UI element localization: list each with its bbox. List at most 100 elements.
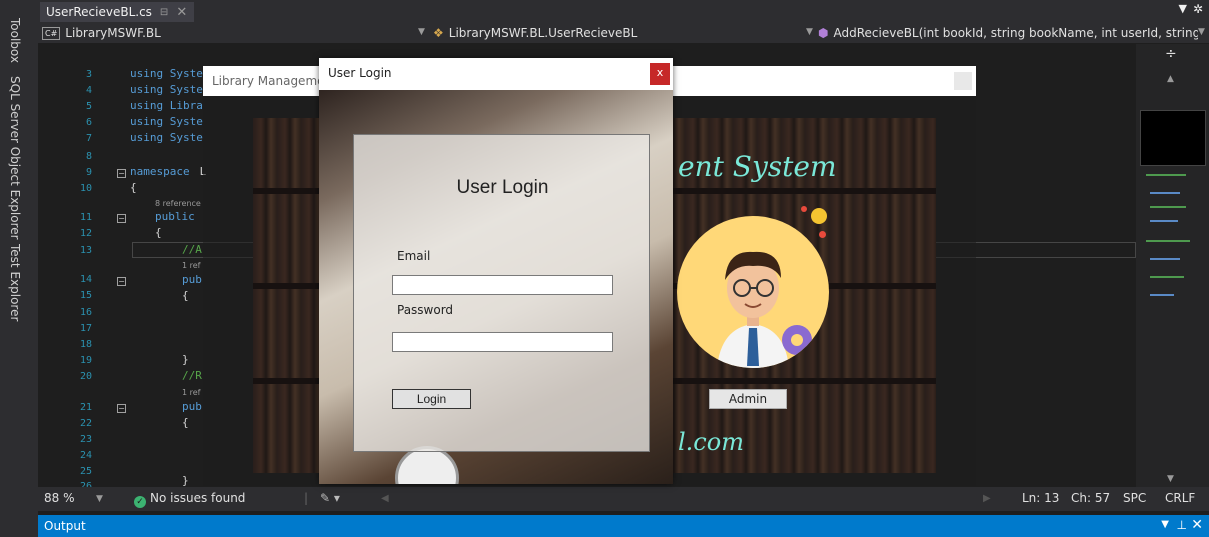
- scroll-left-icon[interactable]: ◀: [381, 493, 389, 504]
- password-field[interactable]: [392, 332, 613, 352]
- collapse-toggle[interactable]: −: [117, 404, 126, 413]
- window-title: Library Manageme: [212, 74, 325, 88]
- tab-dropdown-icon[interactable]: ▼: [1179, 2, 1187, 15]
- line-ending-indicator[interactable]: CRLF: [1165, 491, 1195, 505]
- decor-dot: [801, 206, 807, 212]
- close-icon[interactable]: ✕: [176, 5, 187, 20]
- code-line: using Libra: [130, 99, 203, 112]
- close-icon[interactable]: ✕: [1191, 517, 1203, 533]
- divider: |: [304, 491, 309, 505]
- chevron-down-icon[interactable]: ▼: [418, 27, 425, 37]
- map-line: [1150, 206, 1186, 208]
- file-tab-label: UserRecieveBL.cs: [46, 5, 152, 19]
- map-line: [1146, 240, 1190, 242]
- check-circle-icon: ✓: [134, 496, 146, 508]
- brush-icon[interactable]: ✎ ▾: [320, 491, 340, 505]
- admin-button[interactable]: Admin: [709, 389, 787, 409]
- collapse-toggle[interactable]: −: [117, 277, 126, 286]
- scroll-right-icon[interactable]: ▶: [983, 493, 991, 504]
- whitespace-indicator[interactable]: SPC: [1123, 491, 1146, 505]
- class-dropdown[interactable]: ❖ LibraryMSWF.BL.UserRecieveBL: [433, 23, 793, 43]
- line-number: 15: [79, 290, 92, 301]
- decor-dot: [819, 231, 826, 238]
- sql-server-object-explorer-tab[interactable]: SQL Server Object Explorer: [8, 76, 22, 240]
- line-number: 20: [79, 371, 92, 382]
- toolbox-tab[interactable]: Toolbox: [8, 18, 22, 63]
- line-number: 14: [79, 274, 92, 285]
- gear-icon[interactable]: ✲: [1193, 2, 1203, 16]
- char-indicator[interactable]: Ch: 57: [1071, 491, 1110, 505]
- member-dropdown[interactable]: ⬢ AddRecieveBL(int bookId, string bookNa…: [818, 23, 1198, 43]
- class-icon: ❖: [433, 26, 444, 40]
- dialog-title: User Login: [328, 66, 392, 80]
- editor-status-bar: 88 % ▼ ✓ No issues found | ✎ ▾ ◀ ▶ Ln: 13…: [38, 487, 1209, 511]
- login-form-panel: User Login Email Password Login: [353, 134, 650, 452]
- chevron-down-icon[interactable]: ▼: [1161, 519, 1169, 530]
- line-indicator[interactable]: Ln: 13: [1022, 491, 1059, 505]
- issues-indicator[interactable]: ✓ No issues found: [134, 491, 245, 508]
- split-icon[interactable]: ÷: [1165, 46, 1177, 62]
- brace: {: [182, 416, 189, 429]
- line-number: 8: [85, 151, 92, 162]
- reference-count[interactable]: 1 ref: [182, 388, 200, 397]
- line-number: 16: [79, 307, 92, 318]
- map-line: [1150, 192, 1180, 194]
- method-icon: ⬢: [818, 26, 829, 40]
- map-line: [1150, 294, 1174, 296]
- csharp-project-icon: C#: [42, 26, 61, 40]
- line-number: 10: [79, 183, 92, 194]
- close-button[interactable]: x: [650, 63, 670, 85]
- brace: {: [130, 181, 137, 194]
- output-panel-header[interactable]: Output ▼ ⊥ ✕: [38, 515, 1209, 537]
- login-button[interactable]: Login: [392, 389, 471, 409]
- brace: }: [182, 353, 189, 366]
- line-number: 24: [79, 450, 92, 461]
- issues-text: No issues found: [150, 491, 246, 505]
- line-number: 12: [79, 228, 92, 239]
- pin-icon[interactable]: ⊟: [160, 7, 168, 18]
- chevron-down-icon[interactable]: ▼: [96, 494, 103, 504]
- user-login-dialog: User Login x User Login Email Password L…: [319, 58, 673, 484]
- decor-dot: [811, 208, 827, 224]
- form-heading: User Login: [456, 177, 549, 198]
- file-tab-userrecievebl[interactable]: UserRecieveBL.cs ⊟ ✕: [40, 2, 194, 22]
- document-tab-bar: UserRecieveBL.cs ⊟ ✕ ▼ ✲: [38, 0, 1209, 22]
- tool-window-strip: Toolbox SQL Server Object Explorer Test …: [0, 0, 38, 537]
- line-number: 21: [79, 402, 92, 413]
- window-close-button[interactable]: [954, 72, 972, 90]
- project-name: LibraryMSWF.BL: [65, 26, 161, 40]
- scroll-down-icon[interactable]: ▼: [1167, 474, 1174, 484]
- project-dropdown[interactable]: C# LibraryMSWF.BL: [42, 23, 432, 43]
- map-viewport[interactable]: [1140, 110, 1206, 166]
- brace: }: [182, 474, 189, 487]
- line-number-gutter: 3 4 5 6 7 8 9 10 11 12 13 14 15 16 17 18…: [38, 44, 98, 487]
- email-label: Email: [397, 249, 431, 263]
- comment: //R: [182, 369, 202, 382]
- chevron-down-icon[interactable]: ▼: [1198, 27, 1205, 37]
- password-label: Password: [397, 303, 454, 317]
- admin-avatar: [677, 216, 829, 368]
- map-line: [1146, 174, 1186, 176]
- dialog-titlebar[interactable]: User Login x: [319, 58, 673, 90]
- map-line: [1150, 258, 1180, 260]
- email-field[interactable]: [392, 275, 613, 295]
- collapse-toggle[interactable]: −: [117, 214, 126, 223]
- scroll-up-icon[interactable]: ▲: [1167, 74, 1174, 84]
- brace: {: [182, 289, 189, 302]
- test-explorer-tab[interactable]: Test Explorer: [8, 244, 22, 321]
- collapse-toggle[interactable]: −: [117, 169, 126, 178]
- namespace-keyword: namespace: [130, 165, 190, 178]
- code-line: using Syste: [130, 83, 203, 96]
- reference-count[interactable]: 8 reference: [155, 199, 201, 208]
- map-line: [1150, 276, 1184, 278]
- line-number: 13: [79, 245, 92, 256]
- line-number: 25: [79, 466, 92, 477]
- pin-icon[interactable]: ⊥: [1177, 518, 1187, 532]
- chevron-down-icon[interactable]: ▼: [806, 27, 813, 37]
- line-number: 6: [85, 117, 92, 128]
- zoom-level[interactable]: 88 %: [44, 491, 75, 505]
- line-number: 5: [85, 101, 92, 112]
- vertical-scrollbar-map[interactable]: ÷ ▲ ▼: [1136, 44, 1209, 487]
- navigation-bar: C# LibraryMSWF.BL ▼ ❖ LibraryMSWF.BL.Use…: [38, 22, 1209, 44]
- reference-count[interactable]: 1 ref: [182, 261, 200, 270]
